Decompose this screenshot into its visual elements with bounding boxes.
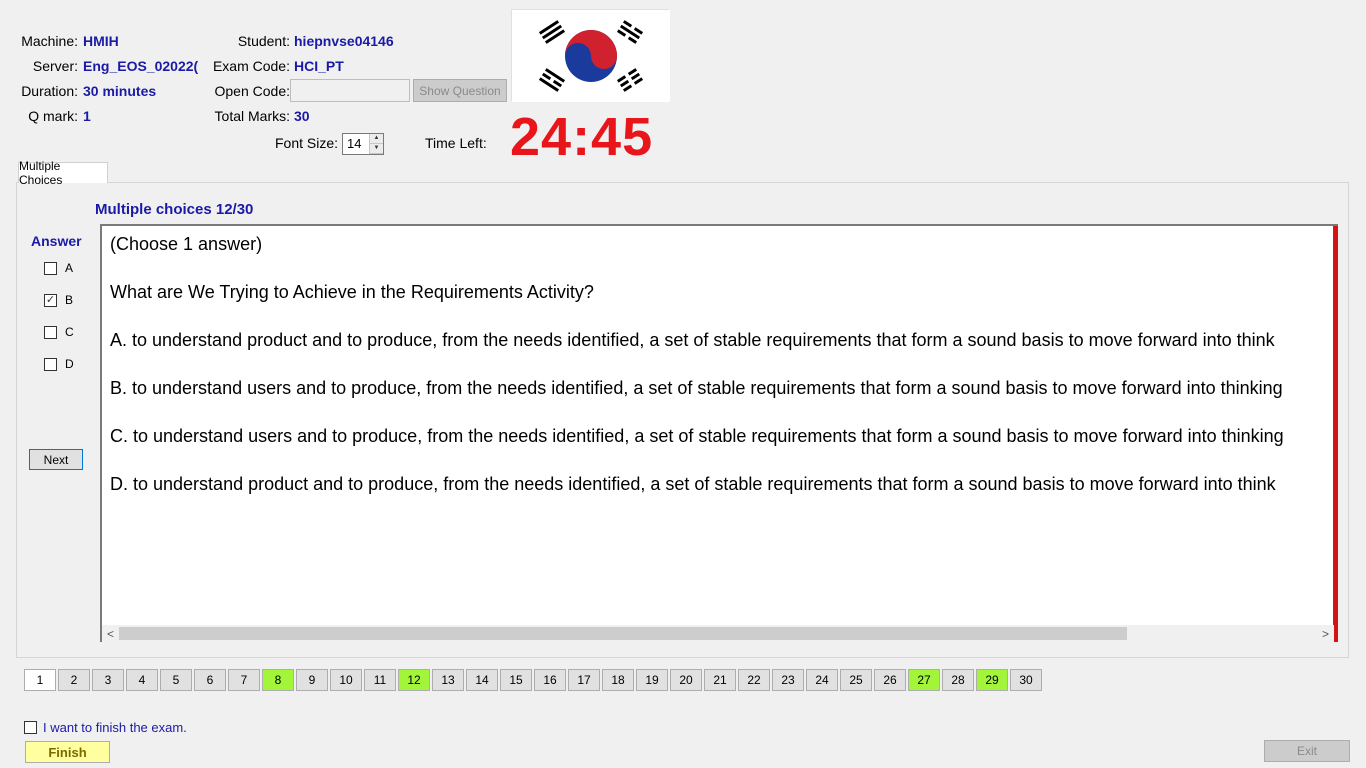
option-a-checkbox[interactable]: [44, 261, 57, 275]
scroll-track[interactable]: [119, 627, 1317, 640]
question-nav-button[interactable]: 12: [398, 669, 430, 691]
next-button[interactable]: Next: [29, 449, 83, 470]
finish-button[interactable]: Finish: [25, 741, 110, 763]
duration-label: Duration:: [21, 83, 78, 99]
time-left-value: 24:45: [510, 107, 654, 167]
question-nav-button[interactable]: 5: [160, 669, 192, 691]
qmark-value: 1: [83, 108, 91, 124]
scroll-right-icon[interactable]: >: [1317, 627, 1334, 641]
question-nav-button[interactable]: 27: [908, 669, 940, 691]
question-nav-button[interactable]: 13: [432, 669, 464, 691]
question-nav-button[interactable]: 1: [24, 669, 56, 691]
machine-label: Machine:: [21, 33, 78, 49]
question-nav-button[interactable]: 28: [942, 669, 974, 691]
answer-title: Answer: [31, 233, 82, 249]
question-nav-button[interactable]: 20: [670, 669, 702, 691]
exam-code-label: Exam Code:: [212, 58, 290, 74]
question-text: What are We Trying to Achieve in the Req…: [110, 282, 594, 302]
scroll-thumb[interactable]: [119, 627, 1127, 640]
total-marks-value: 30: [294, 108, 310, 124]
question-nav-button[interactable]: 30: [1010, 669, 1042, 691]
font-size-value[interactable]: 14: [343, 134, 369, 154]
question-nav-button[interactable]: 11: [364, 669, 396, 691]
machine-value: HMIH: [83, 33, 119, 49]
question-nav-button[interactable]: 2: [58, 669, 90, 691]
south-korea-flag-icon: [511, 9, 670, 102]
question-nav-button[interactable]: 21: [704, 669, 736, 691]
section-title: Multiple choices 12/30: [95, 201, 254, 218]
choice-a-text: A. to understand product and to produce,…: [110, 330, 1275, 350]
option-b-label: B: [65, 293, 74, 307]
option-a-label: A: [65, 261, 74, 275]
total-marks-label: Total Marks:: [214, 108, 290, 124]
question-nav-button[interactable]: 16: [534, 669, 566, 691]
finish-confirm-label: I want to finish the exam.: [43, 720, 187, 735]
option-c[interactable]: C: [44, 325, 74, 339]
option-a[interactable]: A: [44, 261, 73, 275]
tab-multiple-choices[interactable]: Multiple Choices: [18, 159, 108, 187]
open-code-label: Open Code:: [214, 83, 291, 99]
choice-b-text: B. to understand users and to produce, f…: [110, 378, 1283, 398]
question-instruction: (Choose 1 answer): [110, 234, 263, 254]
student-value: hiepnvse04146: [294, 33, 394, 49]
option-d[interactable]: D: [44, 357, 74, 371]
server-label: Server:: [32, 58, 78, 74]
question-nav-button[interactable]: 23: [772, 669, 804, 691]
choice-c-text: C. to understand users and to produce, f…: [110, 426, 1284, 446]
question-nav-button[interactable]: 29: [976, 669, 1008, 691]
show-question-button[interactable]: Show Question: [413, 79, 507, 102]
qmark-label: Q mark:: [28, 108, 78, 124]
question-nav-button[interactable]: 18: [602, 669, 634, 691]
finish-confirm-row[interactable]: I want to finish the exam.: [24, 720, 187, 735]
time-left-label: Time Left:: [425, 135, 487, 151]
question-nav-button[interactable]: 19: [636, 669, 668, 691]
exam-code-value: HCI_PT: [294, 58, 344, 74]
question-nav-button[interactable]: 7: [228, 669, 260, 691]
question-nav-button[interactable]: 3: [92, 669, 124, 691]
stepper-up-icon[interactable]: ▲: [370, 134, 383, 144]
choice-d-text: D. to understand product and to produce,…: [110, 474, 1276, 494]
open-code-input[interactable]: [290, 79, 410, 102]
question-nav-button[interactable]: 6: [194, 669, 226, 691]
font-size-label: Font Size:: [275, 135, 339, 151]
question-nav-button[interactable]: 9: [296, 669, 328, 691]
option-c-checkbox[interactable]: [44, 325, 57, 339]
question-nav-button[interactable]: 8: [262, 669, 294, 691]
option-c-label: C: [65, 325, 74, 339]
red-divider: [1333, 226, 1338, 642]
question-navigation: 1 2 3 4 5 6 7 8 9 10 11 12 13 14 15 16 17 18 19 20 21 22 23 24 2…: [24, 669, 1042, 691]
finish-confirm-checkbox[interactable]: [24, 721, 37, 734]
duration-value: 30 minutes: [83, 83, 157, 99]
question-nav-button[interactable]: 10: [330, 669, 362, 691]
option-d-label: D: [65, 357, 74, 371]
question-nav-button[interactable]: 22: [738, 669, 770, 691]
option-d-checkbox[interactable]: [44, 357, 57, 371]
stepper-down-icon[interactable]: ▼: [370, 144, 383, 154]
question-nav-button[interactable]: 26: [874, 669, 906, 691]
server-value: Eng_EOS_02022(: [83, 58, 199, 74]
question-content: (Choose 1 answer) What are We Trying to …: [110, 232, 1284, 520]
question-nav-button[interactable]: 15: [500, 669, 532, 691]
horizontal-scrollbar[interactable]: < >: [102, 625, 1334, 642]
option-b-checkbox[interactable]: ✓: [44, 293, 57, 307]
question-nav-button[interactable]: 14: [466, 669, 498, 691]
option-b[interactable]: ✓ B: [44, 293, 73, 307]
question-nav-button[interactable]: 17: [568, 669, 600, 691]
exit-button[interactable]: Exit: [1264, 740, 1350, 762]
question-box[interactable]: (Choose 1 answer) What are We Trying to …: [100, 224, 1338, 642]
student-label: Student:: [237, 33, 290, 49]
question-nav-button[interactable]: 24: [806, 669, 838, 691]
question-nav-button[interactable]: 4: [126, 669, 158, 691]
scroll-left-icon[interactable]: <: [102, 627, 119, 641]
font-size-stepper[interactable]: 14 ▲ ▼: [342, 133, 384, 155]
question-nav-button[interactable]: 25: [840, 669, 872, 691]
checkmark-icon: ✓: [45, 293, 56, 306]
